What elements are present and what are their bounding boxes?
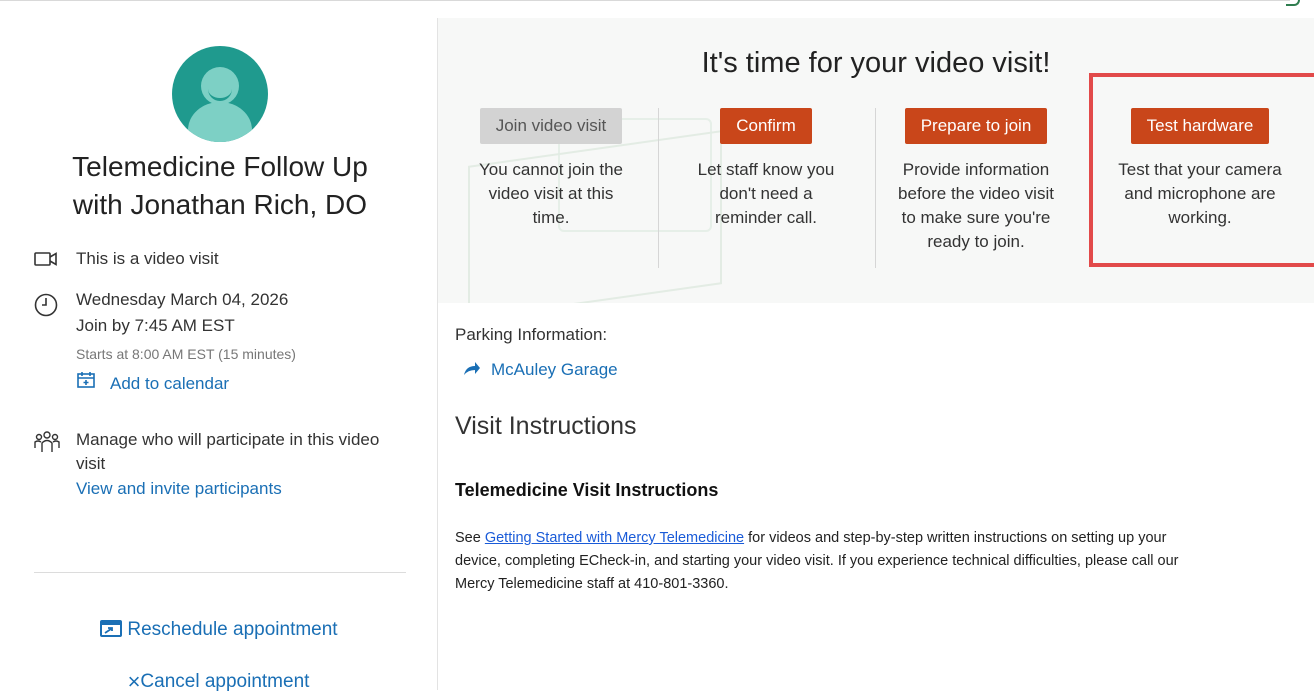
desc-line: Provide information: [902, 160, 1050, 179]
clock-icon: [34, 293, 58, 322]
confirm-desc: Let staff know you don't need a reminder…: [666, 158, 866, 230]
prepare-to-join-button[interactable]: Prepare to join: [904, 108, 1048, 144]
text: See: [455, 530, 485, 546]
desc-line: reminder call.: [714, 208, 818, 227]
getting-started-link[interactable]: Getting Started with Mercy Telemedicine: [485, 530, 744, 546]
reschedule-appointment-button[interactable]: Reschedule appointment: [0, 618, 437, 644]
desc-line: video visit at this: [488, 184, 614, 203]
participants-text-line1: Manage who will participate in this vide…: [76, 430, 380, 449]
join-video-card: Join video visit You cannot join the vid…: [451, 108, 651, 230]
confirm-button[interactable]: Confirm: [720, 108, 812, 144]
instructions-paragraph: See Getting Started with Mercy Telemedic…: [455, 527, 1314, 596]
directions-arrow-icon: [463, 361, 481, 381]
parking-label: Parking Information:: [455, 325, 608, 344]
prepare-card: Prepare to join Provide information befo…: [876, 108, 1076, 254]
parking-link[interactable]: McAuley Garage: [463, 360, 618, 381]
text: device, completing ECheck-in, and starti…: [455, 553, 1179, 569]
highlight-box: [1089, 73, 1314, 267]
desc-line: before the video visit: [898, 184, 1054, 203]
close-icon: ×: [127, 669, 141, 694]
appointment-title: Telemedicine Follow Up with Jonathan Ric…: [20, 148, 420, 224]
appointment-title-line2: with Jonathan Rich, DO: [72, 189, 368, 220]
add-to-calendar-link[interactable]: Add to calendar: [110, 372, 229, 396]
desc-line: ready to join.: [927, 232, 1025, 251]
confirm-card: Confirm Let staff know you don't need a …: [666, 108, 866, 230]
top-border: [0, 0, 1290, 1]
visit-instructions-heading: Visit Instructions: [455, 412, 637, 440]
desc-line: Let staff know you: [697, 160, 835, 179]
join-by-time: Join by 7:45 AM EST: [76, 316, 235, 335]
participants-text-line2: visit: [76, 454, 106, 473]
cancel-label: Cancel appointment: [140, 671, 310, 692]
appointment-date: Wednesday March 04, 2026: [76, 290, 289, 309]
appointment-title-line1: Telemedicine Follow Up: [72, 151, 368, 182]
desc-line: to make sure you're: [901, 208, 1051, 227]
view-invite-participants-link[interactable]: View and invite participants: [76, 477, 282, 501]
desc-line: You cannot join the: [479, 160, 623, 179]
video-camera-icon: [34, 250, 58, 273]
visit-type-text: This is a video visit: [76, 249, 219, 268]
corner-decoration: [1286, 0, 1300, 6]
join-video-visit-button[interactable]: Join video visit: [479, 108, 623, 144]
text: Mercy Telemedicine staff at 410-801-3360…: [455, 576, 729, 592]
telemedicine-instructions-subheading: Telemedicine Visit Instructions: [455, 480, 719, 500]
desc-line: don't need a: [719, 184, 813, 203]
text: for videos and step-by-step written inst…: [744, 530, 1167, 546]
reschedule-label: Reschedule appointment: [127, 619, 338, 640]
participants-icon: [34, 430, 60, 459]
desc-line: time.: [532, 208, 570, 227]
appointment-details-panel: Telemedicine Follow Up with Jonathan Ric…: [0, 18, 438, 694]
join-video-desc: You cannot join the video visit at this …: [451, 158, 651, 230]
provider-avatar: [172, 46, 268, 142]
card-separator: [658, 108, 659, 268]
divider: [34, 572, 406, 573]
start-time: Starts at 8:00 AM EST (15 minutes): [76, 346, 296, 362]
parking-link-label: McAuley Garage: [491, 360, 618, 379]
reschedule-icon: [99, 618, 123, 644]
cancel-appointment-button[interactable]: ×Cancel appointment: [0, 669, 437, 695]
calendar-add-icon[interactable]: [76, 370, 96, 395]
prepare-desc: Provide information before the video vis…: [876, 158, 1076, 254]
